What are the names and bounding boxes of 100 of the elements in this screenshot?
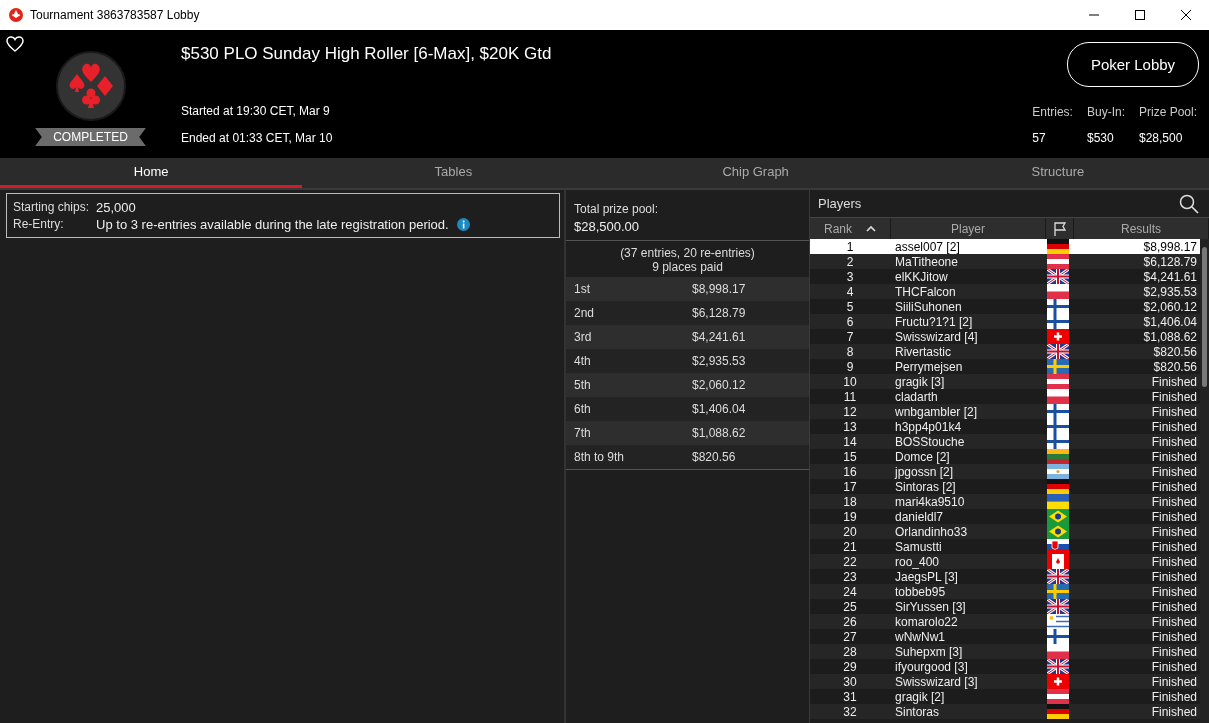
card-suits-logo-icon — [54, 50, 127, 122]
place-cell-text: 2nd — [574, 306, 596, 320]
search-icon[interactable] — [1179, 193, 1199, 214]
rank-cell-text: 26 — [842, 614, 858, 629]
payout-cell: $2,935.53 — [692, 354, 746, 368]
payout-cell: $1,406.04 — [692, 402, 746, 416]
player-row[interactable]: 8 Rivertastic $820.56 — [810, 344, 1200, 359]
stat-label: Buy-In: — [1086, 105, 1125, 119]
player-row[interactable]: 28 Suhepxm [3] Finished — [810, 644, 1200, 659]
player-row[interactable]: 6 Fructu?1?1 [2] $1,406.04 — [810, 314, 1200, 329]
place-cell-text: 3rd — [574, 330, 593, 344]
rank-cell-text: 25 — [842, 599, 858, 614]
place-cell-text: 4th — [574, 354, 592, 368]
result-cell-text: Finished — [1150, 599, 1198, 614]
heart-icon[interactable] — [6, 36, 24, 52]
flag-icon — [1046, 269, 1069, 284]
column-header[interactable]: Rank — [824, 221, 852, 236]
player-row[interactable]: 1 assel007 [2] $8,998.17 — [810, 239, 1200, 254]
rank-cell-text: 23 — [842, 569, 858, 584]
player-row[interactable]: 24 tobbeb95 Finished — [810, 584, 1200, 599]
rank-cell-text: 19 — [842, 509, 858, 524]
player-row[interactable]: 2 MaTitheone $6,128.79 — [810, 254, 1200, 269]
rank-cell-text: 29 — [842, 659, 858, 674]
player-name-cell-text: Swisswizard [3] — [894, 674, 979, 689]
player-name-cell-text: roo_400 — [894, 554, 941, 569]
payout-cell: $820.56 — [692, 450, 736, 464]
rank-cell-text: 5 — [845, 299, 855, 314]
result-cell-text: Finished — [1150, 524, 1198, 539]
flag-icon — [1046, 494, 1069, 509]
rank-cell-text: 20 — [842, 524, 858, 539]
flag-icon — [1046, 464, 1069, 479]
player-row[interactable]: 30 Swisswizard [3] Finished — [810, 674, 1200, 689]
player-row[interactable]: 22 roo_400 Finished — [810, 554, 1200, 569]
poker-lobby-button[interactable]: Poker Lobby — [1067, 42, 1199, 87]
rank-cell-text: 2 — [845, 254, 855, 269]
rank-cell-text: 4 — [845, 284, 855, 299]
flag-icon — [1046, 674, 1069, 689]
rank-cell-text: 28 — [842, 644, 858, 659]
player-name-cell-text: danieldl7 — [894, 509, 945, 524]
result-cell-text: $1,406.04 — [1142, 314, 1198, 329]
flag-icon — [1046, 239, 1069, 254]
scrollbar-thumb[interactable] — [1202, 247, 1207, 387]
result-cell-text: Finished — [1150, 584, 1198, 599]
player-row[interactable]: 26 komarolo22 Finished — [810, 614, 1200, 629]
place-cell-text: 1st — [574, 282, 591, 296]
result-cell-text: $4,241.61 — [1142, 269, 1198, 284]
rank-cell-text: 1 — [845, 239, 855, 254]
player-name-cell-text: Domce [2] — [894, 449, 951, 464]
result-cell-text: Finished — [1150, 389, 1198, 404]
result-cell-text: $1,088.62 — [1142, 329, 1198, 344]
rank-cell-text: 13 — [842, 419, 858, 434]
player-row[interactable]: 12 wnbgambler [2] Finished — [810, 404, 1200, 419]
player-row[interactable]: 20 Orlandinho33 Finished — [810, 524, 1200, 539]
player-row[interactable]: 18 mari4ka9510 Finished — [810, 494, 1200, 509]
player-row[interactable]: 32 Sintoras Finished — [810, 704, 1200, 719]
flag-icon — [1046, 554, 1069, 569]
scrollbar[interactable] — [1200, 239, 1209, 723]
player-name-cell-text: BOSStouche — [894, 434, 966, 449]
place-cell-text: 7th — [574, 426, 592, 440]
flag-icon — [1046, 629, 1069, 644]
flag-icon — [1046, 659, 1069, 674]
payout-cell: $6,128.79 — [692, 306, 746, 320]
tab[interactable]: Chip Graph — [604, 158, 907, 188]
result-cell-text: Finished — [1150, 419, 1198, 434]
player-name-cell-text: ifyourgood [3] — [894, 659, 969, 674]
player-name-cell-text: komarolo22 — [894, 614, 959, 629]
info-icon[interactable] — [456, 218, 470, 231]
result-cell-text: Finished — [1150, 404, 1198, 419]
app-logo-icon — [8, 7, 24, 23]
player-name-cell-text: elKKJitow — [894, 269, 949, 284]
player-name-cell-text: JaegsPL [3] — [894, 569, 959, 584]
info-label: Re-Entry: — [13, 217, 65, 232]
rank-cell-text: 10 — [842, 374, 858, 389]
prize-pool-label: Total prize pool: — [574, 202, 660, 216]
start-time: Started at 19:30 CET, Mar 9 — [181, 104, 331, 120]
rank-cell-text: 17 — [842, 479, 858, 494]
player-row[interactable]: 16 jpgossn [2] Finished — [810, 464, 1200, 479]
stat-value: 57 — [1032, 131, 1047, 145]
rank-cell-text: 27 — [842, 629, 858, 644]
result-cell-text: $2,935.53 — [1142, 284, 1198, 299]
player-name-cell-text: tobbeb95 — [894, 584, 947, 599]
flag-icon — [1046, 539, 1069, 554]
stat-value: $28,500 — [1138, 131, 1184, 145]
rank-cell-text: 6 — [845, 314, 855, 329]
player-name-cell-text: wnbgambler [2] — [894, 404, 979, 419]
player-name-cell-text: h3pp4p01k4 — [894, 419, 963, 434]
flag-icon — [1052, 221, 1067, 236]
stat-label: Entries: — [1032, 105, 1073, 119]
player-name-cell-text: THCFalcon — [894, 284, 957, 299]
player-row[interactable]: 14 BOSStouche Finished — [810, 434, 1200, 449]
player-row[interactable]: 10 gragik [3] Finished — [810, 374, 1200, 389]
result-cell-text: Finished — [1150, 644, 1198, 659]
player-name-cell-text: wNwNw1 — [894, 629, 946, 644]
player-name-cell-text: Orlandinho33 — [894, 524, 969, 539]
player-row[interactable]: 4 THCFalcon $2,935.53 — [810, 284, 1200, 299]
stat-label: Prize Pool: — [1138, 105, 1197, 119]
tab[interactable]: Tables — [302, 158, 605, 188]
places-paid-note: 9 places paid — [652, 260, 723, 274]
result-cell-text: $8,998.17 — [1142, 239, 1198, 254]
tab[interactable]: Structure — [906, 158, 1209, 188]
